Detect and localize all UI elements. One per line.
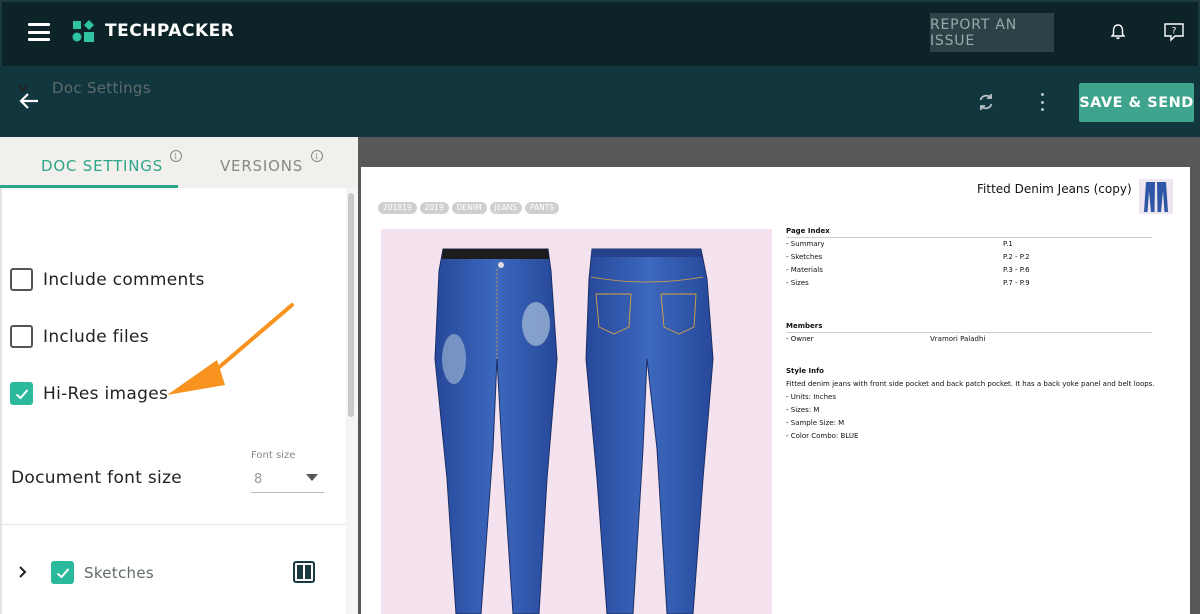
index-row-name: - Materials bbox=[786, 266, 823, 274]
index-row-name: - Sketches bbox=[786, 253, 823, 261]
tag: 2019 bbox=[419, 202, 449, 214]
dropdown-caret-icon bbox=[306, 474, 318, 481]
more-options-icon[interactable] bbox=[1038, 93, 1046, 111]
panel-tabs: DOC SETTINGS i VERSIONS i bbox=[0, 137, 358, 188]
style-info-heading: Style Info bbox=[786, 367, 824, 375]
jeans-sketch-image bbox=[434, 248, 714, 614]
tab-doc-settings[interactable]: DOC SETTINGS i bbox=[41, 150, 183, 175]
chevron-right-icon[interactable] bbox=[18, 566, 28, 578]
techpacker-logo-icon bbox=[72, 20, 94, 42]
report-issue-button[interactable]: REPORT AN ISSUE bbox=[930, 13, 1054, 52]
info-icon[interactable]: i bbox=[311, 150, 324, 162]
logo[interactable]: TECHPACKER bbox=[71, 19, 234, 43]
document-font-size-label: Document font size bbox=[11, 468, 183, 488]
style-info-line: - Sample Size: M bbox=[786, 419, 845, 427]
index-row-page: P.1 bbox=[1003, 240, 1013, 248]
doc-settings-toggle[interactable] bbox=[18, 76, 28, 93]
menu-icon[interactable] bbox=[28, 23, 50, 41]
hi-res-images-label: Hi-Res images bbox=[43, 384, 169, 404]
doc-settings-title: Doc Settings bbox=[52, 79, 151, 97]
include-comments-checkbox[interactable] bbox=[10, 268, 33, 291]
scroll-thumb[interactable] bbox=[348, 193, 354, 417]
bell-icon[interactable] bbox=[1109, 23, 1127, 41]
tab-doc-settings-label: DOC SETTINGS bbox=[41, 157, 164, 175]
include-comments-label: Include comments bbox=[43, 270, 205, 290]
tab-versions[interactable]: VERSIONS i bbox=[220, 150, 324, 175]
checkmark-icon bbox=[15, 388, 28, 399]
settings-panel: DOC SETTINGS i VERSIONS i bbox=[0, 137, 358, 614]
hi-res-images-checkbox[interactable] bbox=[10, 382, 33, 405]
member-name: Vramori Paladhi bbox=[930, 335, 986, 343]
panel-scrollbar[interactable] bbox=[346, 188, 358, 614]
sync-icon[interactable] bbox=[976, 92, 996, 112]
sketches-checkbox[interactable] bbox=[51, 561, 74, 584]
font-size-value: 8 bbox=[254, 472, 263, 487]
include-files-checkbox[interactable] bbox=[10, 325, 33, 348]
chevron-down-icon bbox=[18, 85, 28, 92]
style-info-line: - Units: Inches bbox=[786, 393, 836, 401]
page-index-heading: Page Index bbox=[786, 227, 830, 235]
font-size-caption: Font size bbox=[251, 450, 296, 461]
rule bbox=[786, 332, 1152, 333]
page-layout-icon[interactable] bbox=[293, 561, 315, 583]
font-size-select[interactable]: 8 bbox=[251, 465, 324, 493]
index-row-page: P.7 - P.9 bbox=[1003, 279, 1030, 287]
tag: PANTS bbox=[525, 202, 560, 214]
tag: DENIM bbox=[451, 202, 487, 214]
tag: JEANS bbox=[489, 202, 522, 214]
tag-list: 201819 2019 DENIM JEANS PANTS bbox=[378, 202, 560, 214]
tab-versions-label: VERSIONS bbox=[220, 157, 304, 175]
index-row-name: - Summary bbox=[786, 240, 825, 248]
style-description: Fitted denim jeans with front side pocke… bbox=[786, 380, 1155, 388]
member-role: - Owner bbox=[786, 335, 814, 343]
brand-name: TECHPACKER bbox=[105, 21, 235, 41]
style-info-line: - Sizes: M bbox=[786, 406, 820, 414]
document-title: Fitted Denim Jeans (copy) bbox=[977, 182, 1132, 196]
rule bbox=[786, 237, 1152, 238]
sketch-image bbox=[381, 229, 772, 614]
style-info-line: - Color Combo: BLUE bbox=[786, 432, 859, 440]
tag: 201819 bbox=[378, 202, 417, 214]
section-divider bbox=[2, 524, 346, 525]
info-icon[interactable]: i bbox=[170, 150, 183, 162]
style-thumbnail bbox=[1139, 179, 1173, 214]
feedback-help-icon[interactable]: ? bbox=[1163, 22, 1185, 42]
members-heading: Members bbox=[786, 322, 823, 330]
include-files-option[interactable]: Include files bbox=[10, 325, 149, 348]
sketches-label: Sketches bbox=[84, 564, 154, 582]
index-row-page: P.2 - P.2 bbox=[1003, 253, 1030, 261]
include-comments-option[interactable]: Include comments bbox=[10, 268, 204, 291]
hi-res-images-option[interactable]: Hi-Res images bbox=[10, 382, 168, 405]
checkmark-icon bbox=[56, 567, 69, 578]
index-row-name: - Sizes bbox=[786, 279, 809, 287]
editor-toolbar bbox=[0, 66, 1200, 137]
svg-text:?: ? bbox=[1172, 27, 1177, 37]
index-row-page: P.3 - P.6 bbox=[1003, 266, 1030, 274]
back-arrow-icon[interactable] bbox=[18, 92, 40, 110]
include-files-label: Include files bbox=[43, 327, 149, 347]
save-and-send-button[interactable]: SAVE & SEND bbox=[1079, 83, 1194, 122]
